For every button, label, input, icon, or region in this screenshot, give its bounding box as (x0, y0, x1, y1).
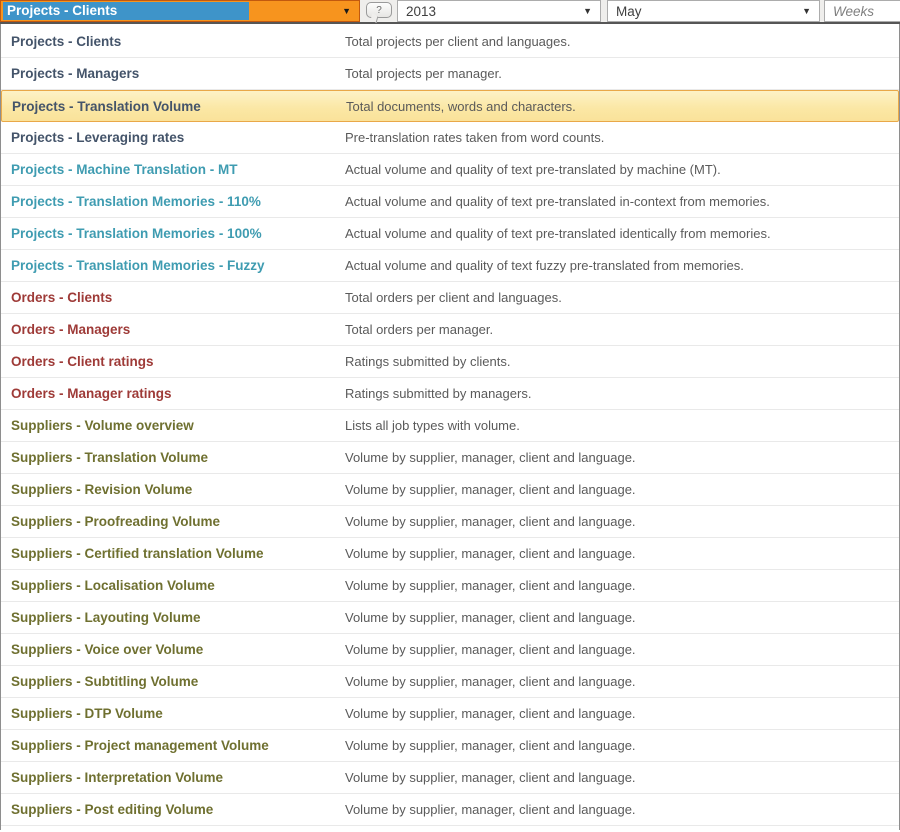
chevron-down-icon[interactable]: ▼ (583, 7, 592, 16)
report-description: Ratings submitted by clients. (345, 354, 899, 369)
report-name: Orders - Manager ratings (11, 386, 345, 401)
list-item[interactable]: Suppliers - Revision Volume Volume by su… (1, 474, 899, 506)
report-name: Suppliers - Localisation Volume (11, 578, 345, 593)
chevron-down-icon[interactable]: ▼ (342, 7, 351, 16)
list-item[interactable]: Suppliers - Project management Volume Vo… (1, 730, 899, 762)
report-picker-window: Projects - Clients ▼ ? 2013 ▼ May ▼ Week… (0, 0, 900, 832)
report-description: Volume by supplier, manager, client and … (345, 802, 899, 817)
report-description: Volume by supplier, manager, client and … (345, 770, 899, 785)
report-name: Suppliers - Post editing Volume (11, 802, 345, 817)
report-description: Total projects per client and languages. (345, 34, 899, 49)
report-description: Volume by supplier, manager, client and … (345, 706, 899, 721)
list-item[interactable]: Projects - Clients Total projects per cl… (1, 26, 899, 58)
list-item[interactable]: Suppliers - Voice over Volume Volume by … (1, 634, 899, 666)
list-item[interactable]: Orders - Client ratings Ratings submitte… (1, 346, 899, 378)
list-item[interactable]: Suppliers - Layouting Volume Volume by s… (1, 602, 899, 634)
report-name: Suppliers - Revision Volume (11, 482, 345, 497)
report-name: Projects - Managers (11, 66, 345, 81)
report-name: Projects - Translation Memories - 100% (11, 226, 345, 241)
list-item[interactable]: Suppliers - Post editing Volume Volume b… (1, 794, 899, 826)
report-description: Volume by supplier, manager, client and … (345, 578, 899, 593)
report-description: Volume by supplier, manager, client and … (345, 546, 899, 561)
list-item[interactable]: Projects - Translation Memories - 100% A… (1, 218, 899, 250)
report-description: Actual volume and quality of text pre-tr… (345, 162, 899, 177)
period-field[interactable]: Weeks (824, 0, 900, 22)
report-name: Suppliers - Project management Volume (11, 738, 345, 753)
list-item[interactable]: Suppliers - Volume overview Lists all jo… (1, 410, 899, 442)
report-name: Projects - Clients (11, 34, 345, 49)
report-description: Actual volume and quality of text fuzzy … (345, 258, 899, 273)
report-name: Projects - Translation Memories - 110% (11, 194, 345, 209)
list-item[interactable]: Projects - Managers Total projects per m… (1, 58, 899, 90)
report-description: Volume by supplier, manager, client and … (345, 514, 899, 529)
report-name: Suppliers - DTP Volume (11, 706, 345, 721)
report-name: Suppliers - Subtitling Volume (11, 674, 345, 689)
report-name: Projects - Translation Volume (12, 99, 346, 114)
report-description: Volume by supplier, manager, client and … (345, 610, 899, 625)
report-description: Volume by supplier, manager, client and … (345, 642, 899, 657)
report-name: Suppliers - Voice over Volume (11, 642, 345, 657)
report-description: Volume by supplier, manager, client and … (345, 674, 899, 689)
report-description: Lists all job types with volume. (345, 418, 899, 433)
report-name: Projects - Translation Memories - Fuzzy (11, 258, 345, 273)
list-item[interactable]: Suppliers - Interpretation Volume Volume… (1, 762, 899, 794)
report-description: Volume by supplier, manager, client and … (345, 482, 899, 497)
report-description: Ratings submitted by managers. (345, 386, 899, 401)
month-selector-value: May (608, 4, 642, 19)
report-selector-value[interactable]: Projects - Clients (3, 2, 249, 20)
report-name: Suppliers - Proofreading Volume (11, 514, 345, 529)
report-description: Total documents, words and characters. (346, 99, 898, 114)
month-selector[interactable]: May ▼ (607, 0, 820, 22)
list-item[interactable]: Orders - Manager ratings Ratings submitt… (1, 378, 899, 410)
report-name: Orders - Managers (11, 322, 345, 337)
list-item[interactable]: Suppliers - Subtitling Volume Volume by … (1, 666, 899, 698)
list-item[interactable]: Suppliers - Localisation Volume Volume b… (1, 570, 899, 602)
report-name: Orders - Clients (11, 290, 345, 305)
report-name: Projects - Machine Translation - MT (11, 162, 345, 177)
list-item[interactable]: Suppliers - Proofreading Volume Volume b… (1, 506, 899, 538)
report-name: Suppliers - Layouting Volume (11, 610, 345, 625)
toolbar: Projects - Clients ▼ ? 2013 ▼ May ▼ Week… (0, 0, 900, 24)
year-selector-value: 2013 (398, 4, 436, 19)
report-name: Orders - Client ratings (11, 354, 345, 369)
period-field-value: Weeks (825, 4, 874, 19)
report-description: Volume by supplier, manager, client and … (345, 738, 899, 753)
report-description: Pre-translation rates taken from word co… (345, 130, 899, 145)
help-icon[interactable]: ? (366, 2, 392, 18)
year-selector[interactable]: 2013 ▼ (397, 0, 601, 22)
chevron-down-icon[interactable]: ▼ (802, 7, 811, 16)
report-name: Projects - Leveraging rates (11, 130, 345, 145)
report-description: Total projects per manager. (345, 66, 899, 81)
list-item[interactable]: Suppliers - Certified translation Volume… (1, 538, 899, 570)
list-item[interactable]: Suppliers - DTP Volume Volume by supplie… (1, 698, 899, 730)
report-description: Total orders per client and languages. (345, 290, 899, 305)
list-item[interactable]: Projects - Leveraging rates Pre-translat… (1, 122, 899, 154)
list-item[interactable]: Projects - Machine Translation - MT Actu… (1, 154, 899, 186)
list-item[interactable]: Projects - Translation Memories - 110% A… (1, 186, 899, 218)
list-item[interactable]: Projects - Translation Memories - Fuzzy … (1, 250, 899, 282)
help-glyph: ? (376, 5, 382, 16)
report-description: Actual volume and quality of text pre-tr… (345, 226, 899, 241)
report-name: Suppliers - Certified translation Volume (11, 546, 345, 561)
list-item[interactable]: Orders - Clients Total orders per client… (1, 282, 899, 314)
report-name: Suppliers - Translation Volume (11, 450, 345, 465)
report-description: Total orders per manager. (345, 322, 899, 337)
list-item[interactable]: Orders - Managers Total orders per manag… (1, 314, 899, 346)
report-description: Actual volume and quality of text pre-tr… (345, 194, 899, 209)
report-description: Volume by supplier, manager, client and … (345, 450, 899, 465)
list-item[interactable]: Projects - Translation Volume Total docu… (1, 90, 899, 122)
report-name: Suppliers - Volume overview (11, 418, 345, 433)
report-list: Projects - Clients Total projects per cl… (0, 24, 900, 830)
list-item[interactable]: Suppliers - Translation Volume Volume by… (1, 442, 899, 474)
report-selector[interactable]: Projects - Clients ▼ (0, 0, 360, 22)
report-name: Suppliers - Interpretation Volume (11, 770, 345, 785)
